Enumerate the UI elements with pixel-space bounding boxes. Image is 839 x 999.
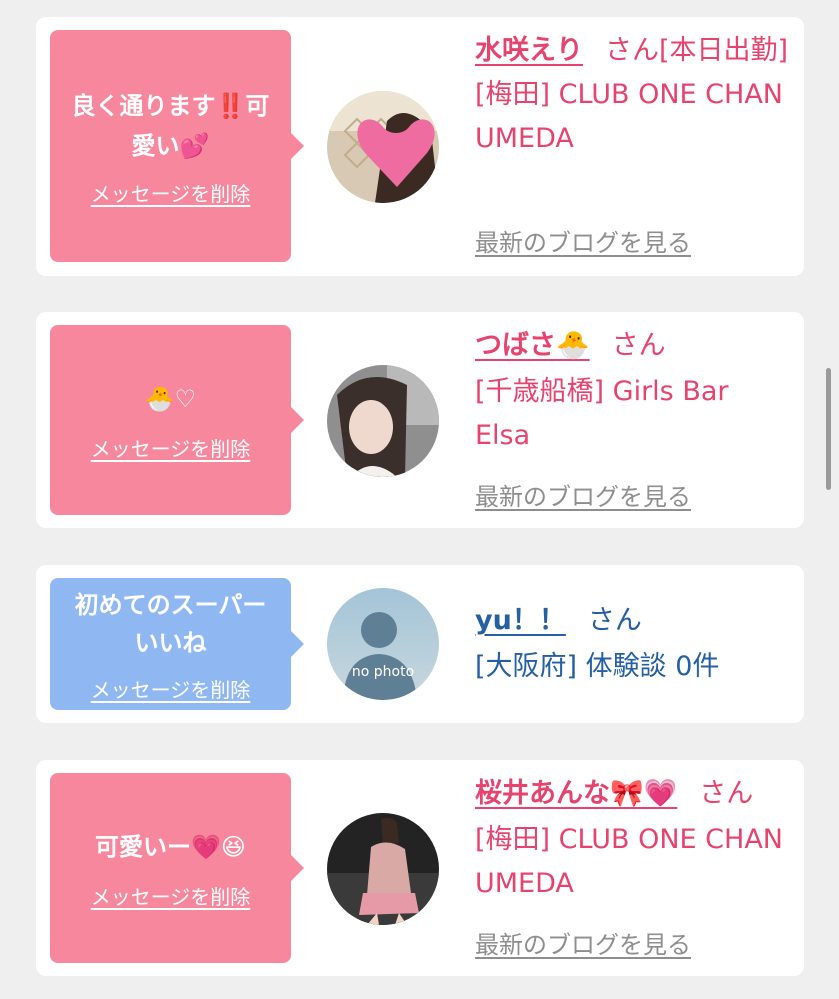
user-name-link[interactable]: つばさ🐣 [475, 330, 590, 361]
user-info: 桜井あんな🎀💗 さん [梅田] CLUB ONE CHAN UMEDA [475, 772, 790, 906]
message-text: 可愛いー💗😆 [95, 832, 246, 861]
user-honorific: さん [587, 605, 642, 636]
latest-blog-link[interactable]: 最新のブログを見る [475, 925, 691, 960]
message-feed: 良く通ります‼️可 愛い💕 メッセージを削除 水咲えり さん[本日出勤] [梅田]… [0, 0, 839, 999]
avatar-photo [327, 813, 439, 925]
user-name-link[interactable]: 水咲えり [475, 35, 583, 66]
avatar-photo [327, 365, 439, 477]
delete-message-link[interactable]: メッセージを削除 [91, 178, 251, 207]
message-text: 良く通ります‼️可 愛い💕 [71, 91, 270, 160]
user-review-count: [大阪府] 体験談 0件 [475, 651, 720, 682]
user-name-link[interactable]: yu！！ [475, 605, 566, 636]
delete-message-link[interactable]: メッセージを削除 [91, 881, 251, 910]
no-photo-avatar: no photo [327, 588, 439, 700]
svg-text:no photo: no photo [352, 664, 414, 680]
message-card: 良く通ります‼️可 愛い💕 メッセージを削除 水咲えり さん[本日出勤] [梅田]… [36, 17, 804, 276]
user-name-link[interactable]: 桜井あんな🎀💗 [475, 778, 677, 809]
message-bubble: 🐣♡ メッセージを削除 [50, 325, 304, 515]
user-info: つばさ🐣 さん [千歳船橋] Girls Bar Elsa [475, 324, 790, 458]
delete-message-link[interactable]: メッセージを削除 [91, 433, 251, 462]
latest-blog-link[interactable]: 最新のブログを見る [475, 223, 691, 258]
message-bubble: 良く通ります‼️可 愛い💕 メッセージを削除 [50, 30, 304, 262]
user-honorific: さん[本日出勤] [605, 35, 789, 66]
avatar[interactable]: no photo [327, 588, 439, 700]
avatar[interactable] [327, 365, 439, 477]
message-text: 初めてのスーパー いいね [74, 590, 267, 657]
user-info: yu！！ さん [大阪府] 体験談 0件 [475, 599, 790, 689]
message-card: 🐣♡ メッセージを削除 つばさ🐣 さん [千歳船橋] Girls Bar Elsa… [36, 312, 804, 528]
shop-name: [梅田] CLUB ONE CHAN UMEDA [475, 824, 783, 899]
latest-blog-link[interactable]: 最新のブログを見る [475, 477, 691, 512]
user-honorific: さん [699, 778, 754, 809]
message-card: 可愛いー💗😆 メッセージを削除 桜井あんな🎀💗 さん [梅田] CLUB ONE … [36, 760, 804, 976]
avatar-photo [327, 91, 439, 203]
avatar[interactable] [327, 91, 439, 203]
message-bubble: 初めてのスーパー いいね メッセージを削除 [50, 578, 304, 710]
shop-name: [千歳船橋] Girls Bar Elsa [475, 376, 729, 451]
message-bubble: 可愛いー💗😆 メッセージを削除 [50, 773, 304, 963]
user-info: 水咲えり さん[本日出勤] [梅田] CLUB ONE CHAN UMEDA [475, 29, 790, 161]
shop-name: [梅田] CLUB ONE CHAN UMEDA [475, 79, 783, 154]
avatar[interactable] [327, 813, 439, 925]
user-honorific: さん [611, 330, 666, 361]
message-text: 🐣♡ [144, 384, 197, 413]
scrollbar[interactable] [826, 368, 831, 490]
message-card: 初めてのスーパー いいね メッセージを削除 no photo yu！！ さん [… [36, 565, 804, 723]
delete-message-link[interactable]: メッセージを削除 [91, 674, 251, 703]
